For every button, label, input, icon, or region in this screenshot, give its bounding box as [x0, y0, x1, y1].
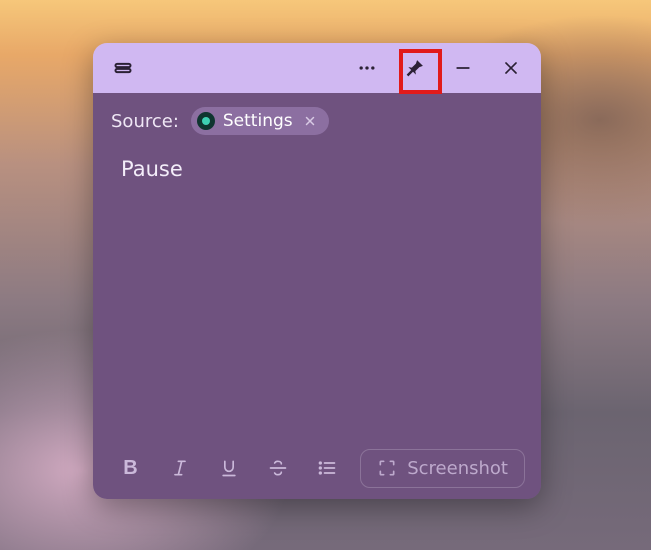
- more-icon[interactable]: [343, 44, 391, 92]
- strikethrough-button[interactable]: [256, 448, 299, 488]
- note-content[interactable]: Pause: [93, 139, 541, 437]
- menu-icon[interactable]: [99, 44, 147, 92]
- close-icon[interactable]: [487, 44, 535, 92]
- source-label: Source:: [111, 111, 179, 132]
- settings-app-icon: [197, 112, 215, 130]
- source-row: Source: Settings: [93, 93, 541, 139]
- bold-button[interactable]: B: [109, 448, 152, 488]
- note-body: Source: Settings Pause B: [93, 93, 541, 499]
- list-button[interactable]: [305, 448, 348, 488]
- source-chip[interactable]: Settings: [191, 107, 329, 135]
- titlebar: [93, 43, 541, 93]
- source-chip-text: Settings: [223, 111, 293, 131]
- underline-button[interactable]: [207, 448, 250, 488]
- minimize-icon[interactable]: [439, 44, 487, 92]
- screenshot-label: Screenshot: [407, 458, 508, 479]
- chip-remove-icon[interactable]: [301, 112, 319, 130]
- format-toolbar: B Screenshot: [93, 437, 541, 499]
- italic-button[interactable]: [158, 448, 201, 488]
- note-text: Pause: [121, 157, 183, 181]
- pin-icon[interactable]: [391, 44, 439, 92]
- sticky-note-window: Source: Settings Pause B: [93, 43, 541, 499]
- screenshot-button[interactable]: Screenshot: [360, 449, 525, 488]
